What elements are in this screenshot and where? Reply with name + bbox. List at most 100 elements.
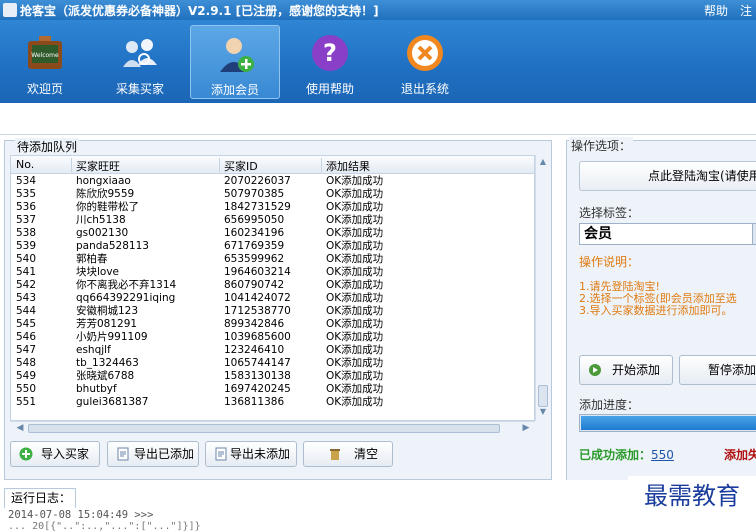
scroll-down-icon[interactable]: ▼ (538, 407, 548, 417)
row-no: 542 (16, 279, 37, 291)
column-no[interactable]: No. (16, 158, 34, 171)
row-result: OK添加成功 (326, 188, 384, 200)
table-row[interactable]: 537 川ch5138 656995050 OK添加成功 (11, 214, 534, 227)
toolbar-collect-button[interactable]: 采集买家 (95, 25, 185, 99)
row-no: 537 (16, 214, 37, 226)
app-icon (3, 3, 17, 17)
column-buyer-name[interactable]: 买家旺旺 (76, 158, 120, 174)
table-row[interactable]: 540 郭柏春 653599962 OK添加成功 (11, 253, 534, 266)
log-tab[interactable]: 运行日志： (4, 488, 76, 508)
table-row[interactable]: 551 gulei3681387 136811386 OK添加成功 (11, 396, 534, 409)
row-buyer-name: qq664392291iqing (76, 292, 176, 304)
row-result: OK添加成功 (326, 331, 384, 343)
table-row[interactable]: 547 eshqjlf 123246410 OK添加成功 (11, 344, 534, 357)
log-line: 2014-07-08 15:04:49 >>> (8, 509, 154, 521)
row-buyer-name: gs002130 (76, 227, 129, 239)
start-icon (589, 364, 601, 376)
row-buyer-id: 1583130138 (224, 370, 291, 382)
toolbar-add-member-button[interactable]: 添加会员 (190, 25, 280, 99)
row-result: OK添加成功 (326, 305, 384, 317)
success-count[interactable]: 550 (651, 448, 674, 462)
table-row[interactable]: 538 gs002130 160234196 OK添加成功 (11, 227, 534, 240)
scroll-right-icon[interactable]: ▶ (520, 423, 532, 435)
clear-button[interactable]: 清空 (303, 441, 393, 467)
queue-title: 待添加队列 (15, 138, 80, 155)
row-no: 539 (16, 240, 37, 252)
row-result: OK添加成功 (326, 318, 384, 330)
import-buyers-button[interactable]: 导入买家 (10, 441, 100, 467)
queue-list[interactable]: No. 买家旺旺 买家ID 添加结果 534 hongxiaao 207022603… (10, 155, 535, 421)
column-buyer-id[interactable]: 买家ID (224, 158, 258, 174)
tag-select[interactable]: 会员 (579, 223, 756, 245)
table-row[interactable]: 534 hongxiaao 2070226037 OK添加成功 (11, 175, 534, 188)
row-result: OK添加成功 (326, 292, 384, 304)
row-buyer-id: 123246410 (224, 344, 285, 356)
login-taobao-button[interactable]: 点此登陆淘宝(请使用 (579, 161, 756, 191)
row-buyer-id: 1039685600 (224, 331, 291, 343)
row-buyer-name: eshqjlf (76, 344, 111, 356)
export-added-button[interactable]: 导出已添加 (107, 441, 199, 467)
row-result: OK添加成功 (326, 279, 384, 291)
row-no: 534 (16, 175, 37, 187)
row-no: 547 (16, 344, 37, 356)
table-row[interactable]: 549 张晓斌6788 1583130138 OK添加成功 (11, 370, 534, 383)
row-buyer-id: 160234196 (224, 227, 285, 239)
table-row[interactable]: 543 qq664392291iqing 1041424072 OK添加成功 (11, 292, 534, 305)
row-buyer-name: gulei3681387 (76, 396, 149, 408)
column-result[interactable]: 添加结果 (326, 158, 370, 174)
table-row[interactable]: 542 你不离我必不弃1314 860790742 OK添加成功 (11, 279, 534, 292)
table-row[interactable]: 536 你的鞋带松了 1842731529 OK添加成功 (11, 201, 534, 214)
welcome-board-icon: Welcome (28, 36, 62, 69)
collect-buyers-icon (123, 39, 157, 67)
table-row[interactable]: 535 陈欣欣9559 507970385 OK添加成功 (11, 188, 534, 201)
table-row[interactable]: 541 块块love 1964603214 OK添加成功 (11, 266, 534, 279)
window-title: 抢客宝（派发优惠券必备神器）V2.9.1 [已注册，感谢您的支持！] (20, 4, 379, 18)
add-member-icon (220, 38, 254, 72)
row-buyer-name: 芳芳081291 (76, 318, 138, 330)
row-buyer-id: 1065744147 (224, 357, 291, 369)
svg-text:?: ? (323, 39, 337, 67)
row-no: 540 (16, 253, 37, 265)
register-menu[interactable]: 注 (740, 2, 752, 19)
toolbar-welcome-button[interactable]: Welcome 欢迎页 (0, 25, 90, 99)
table-row[interactable]: 550 bhutbyf 1697420245 OK添加成功 (11, 383, 534, 396)
instruction-3: 3.导入买家数据进行添加即可。 (579, 304, 733, 317)
row-buyer-name: 川ch5138 (76, 214, 126, 226)
table-row[interactable]: 546 小奶片991109 1039685600 OK添加成功 (11, 331, 534, 344)
row-buyer-id: 656995050 (224, 214, 285, 226)
row-buyer-name: 块块love (76, 266, 120, 278)
scroll-left-icon[interactable]: ◀ (14, 423, 26, 435)
table-row[interactable]: 545 芳芳081291 899342846 OK添加成功 (11, 318, 534, 331)
row-result: OK添加成功 (326, 344, 384, 356)
hscroll-thumb[interactable] (28, 424, 500, 433)
row-result: OK添加成功 (326, 201, 384, 213)
queue-vertical-scrollbar[interactable]: ▲ ▼ (535, 155, 550, 421)
scroll-up-icon[interactable]: ▲ (538, 157, 548, 167)
scroll-thumb[interactable] (538, 385, 548, 407)
row-buyer-name: hongxiaao (76, 175, 131, 187)
table-row[interactable]: 544 安徽桐城123 1712538770 OK添加成功 (11, 305, 534, 318)
progress-label: 添加进度： (579, 398, 640, 412)
row-no: 544 (16, 305, 37, 317)
toolbar-exit-button[interactable]: 退出系统 (380, 25, 470, 99)
window-titlebar: 抢客宝（派发优惠券必备神器）V2.9.1 [已注册，感谢您的支持！] 帮助 注 (0, 0, 756, 20)
add-icon (19, 447, 33, 461)
row-buyer-name: 陈欣欣9559 (76, 188, 135, 200)
help-menu[interactable]: 帮助 (704, 2, 728, 19)
pause-add-button[interactable]: 暂停添加 (679, 355, 756, 385)
row-buyer-id: 671769359 (224, 240, 285, 252)
options-title: 操作选项： (569, 137, 634, 154)
row-no: 541 (16, 266, 37, 278)
queue-horizontal-scrollbar[interactable]: ◀ ▶ (10, 421, 535, 435)
exit-icon (407, 35, 443, 71)
tag-label: 选择标签： (579, 206, 640, 220)
row-no: 549 (16, 370, 37, 382)
row-buyer-id: 507970385 (224, 188, 285, 200)
table-row[interactable]: 548 tb_1324463 1065744147 OK添加成功 (11, 357, 534, 370)
chevron-down-icon[interactable] (752, 224, 756, 244)
toolbar-help-button[interactable]: ? 使用帮助 (285, 25, 375, 99)
export-not-added-button[interactable]: 导出未添加 (205, 441, 297, 467)
table-row[interactable]: 539 panda528113 671769359 OK添加成功 (11, 240, 534, 253)
row-buyer-name: 你的鞋带松了 (76, 201, 139, 213)
start-add-button[interactable]: 开始添加 (579, 355, 673, 385)
